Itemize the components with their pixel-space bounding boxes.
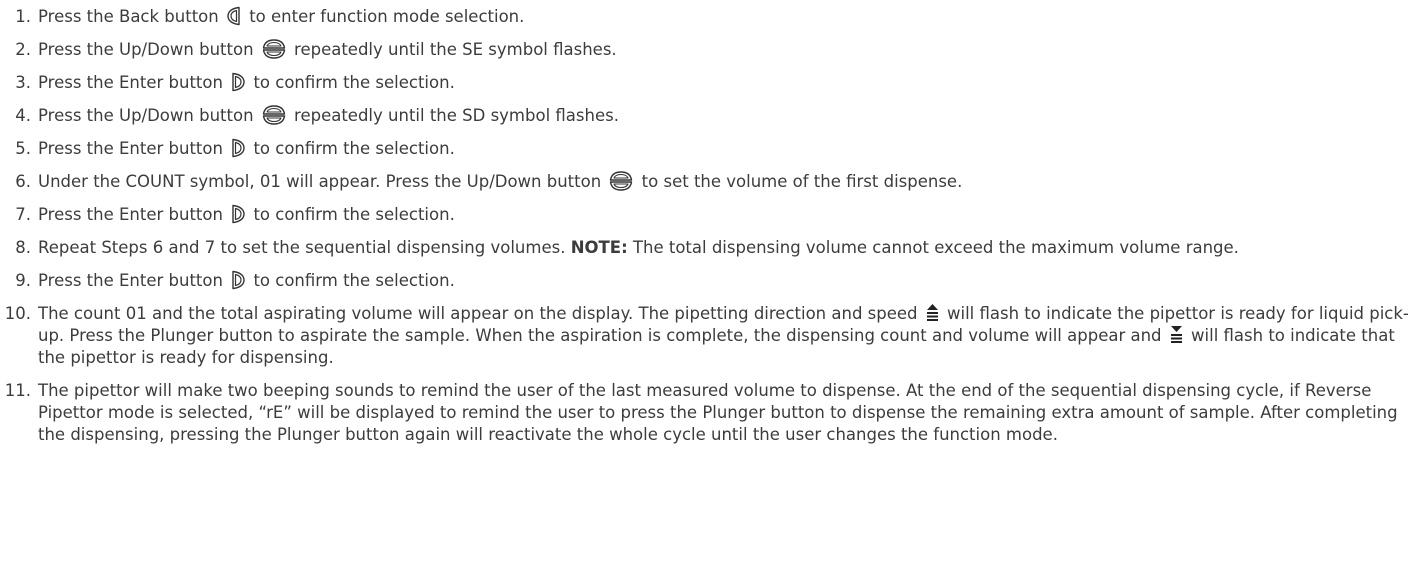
step-number: 1. xyxy=(15,7,31,26)
step-number: 4. xyxy=(15,106,31,125)
step-text: to confirm the selection. xyxy=(248,139,455,158)
step-number: 6. xyxy=(15,172,31,191)
instructions-document: 1. Press the Back button to enter functio… xyxy=(0,0,1427,446)
step-text: to enter function mode selection. xyxy=(243,7,525,26)
step-text: Under the COUNT symbol, 01 will appear. … xyxy=(38,172,607,191)
step-text: Press the Up/Down button xyxy=(38,106,259,125)
step-text: to confirm the selection. xyxy=(248,271,455,290)
enter-button-icon xyxy=(231,72,245,92)
step-text: The total dispensing volume cannot excee… xyxy=(627,238,1239,257)
step-number: 7. xyxy=(15,205,31,224)
step-item: 3. Press the Enter button to confirm the … xyxy=(0,72,1417,94)
step-item: 9. Press the Enter button to confirm the … xyxy=(0,270,1417,292)
step-text: Press the Enter button xyxy=(38,139,229,158)
step-number: 5. xyxy=(15,139,31,158)
aspirate-speed-icon xyxy=(926,303,939,323)
step-item: 8. Repeat Steps 6 and 7 to set the sequen… xyxy=(0,237,1417,259)
step-text: The pipettor will make two beeping sound… xyxy=(38,381,1398,444)
step-text: to set the volume of the first dispense. xyxy=(636,172,963,191)
step-text: to confirm the selection. xyxy=(248,73,455,92)
up-down-button-icon xyxy=(262,39,286,59)
step-number: 9. xyxy=(15,271,31,290)
step-number: 11. xyxy=(4,381,31,400)
step-item: 2. Press the Up/Down button repeatedly un… xyxy=(0,39,1417,61)
step-item: 4. Press the Up/Down button repeatedly un… xyxy=(0,105,1417,127)
step-number: 3. xyxy=(15,73,31,92)
step-number: 8. xyxy=(15,238,31,257)
step-item: 10. The count 01 and the total aspirating… xyxy=(0,303,1417,369)
step-item: 1. Press the Back button to enter functio… xyxy=(0,6,1417,28)
dispense-speed-icon xyxy=(1170,325,1183,345)
back-button-icon xyxy=(227,6,241,26)
enter-button-icon xyxy=(231,204,245,224)
enter-button-icon xyxy=(231,270,245,290)
step-text: The count 01 and the total aspirating vo… xyxy=(38,304,923,323)
step-number: 10. xyxy=(4,304,31,323)
note-label: NOTE: xyxy=(570,238,628,257)
enter-button-icon xyxy=(231,138,245,158)
up-down-button-icon xyxy=(262,105,286,125)
step-item: 6. Under the COUNT symbol, 01 will appear… xyxy=(0,171,1417,193)
step-text: Press the Back button xyxy=(38,7,224,26)
step-text: to confirm the selection. xyxy=(248,205,455,224)
steps-list: 1. Press the Back button to enter functio… xyxy=(0,6,1417,446)
step-item: 7. Press the Enter button to confirm the … xyxy=(0,204,1417,226)
step-text: Press the Enter button xyxy=(38,271,229,290)
step-item: 11. The pipettor will make two beeping so… xyxy=(0,380,1417,446)
step-text: repeatedly until the SE symbol flashes. xyxy=(288,40,617,59)
step-text: Repeat Steps 6 and 7 to set the sequenti… xyxy=(38,238,571,257)
step-text: Press the Enter button xyxy=(38,73,229,92)
step-text: repeatedly until the SD symbol flashes. xyxy=(288,106,619,125)
step-text: Press the Up/Down button xyxy=(38,40,259,59)
step-text: Press the Enter button xyxy=(38,205,229,224)
step-number: 2. xyxy=(15,40,31,59)
step-item: 5. Press the Enter button to confirm the … xyxy=(0,138,1417,160)
up-down-button-icon xyxy=(609,171,633,191)
